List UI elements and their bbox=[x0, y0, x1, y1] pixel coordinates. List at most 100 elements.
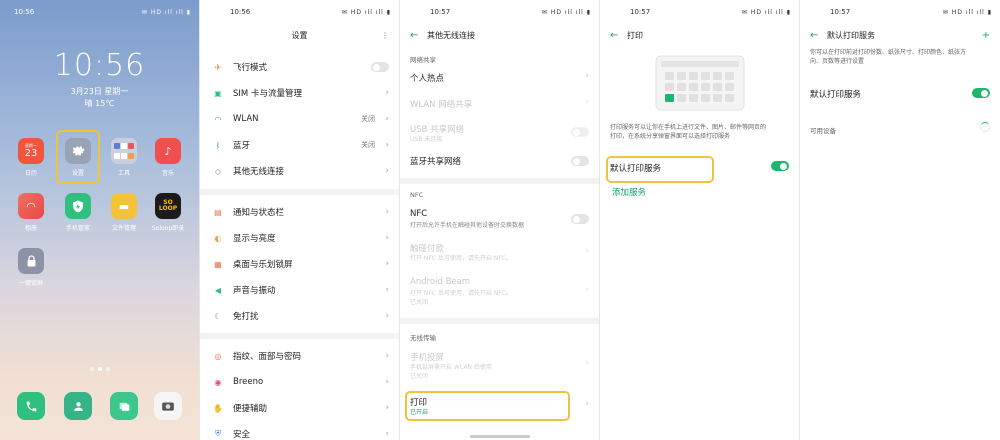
chevron-right-icon: › bbox=[385, 114, 389, 124]
other-wireless-screen: 10:57 ✉ HD ıll ıll ▮ ← 其他无线连接 网络共享 个人热点 … bbox=[400, 0, 600, 440]
section-divider bbox=[400, 178, 599, 184]
page-title: 默认打印服务 bbox=[827, 30, 875, 40]
bluetooth-icon: ᛒ bbox=[215, 140, 221, 150]
settings-item-airplane[interactable]: ✈ 飞行模式 bbox=[200, 56, 399, 78]
status-time: 10:57 bbox=[630, 8, 651, 16]
nav-gesture-bar bbox=[470, 435, 530, 438]
wireless-header: ← 其他无线连接 bbox=[400, 26, 599, 44]
back-arrow-icon[interactable]: ← bbox=[410, 30, 418, 41]
app-label: 一键锁屏 bbox=[18, 280, 43, 287]
status-time: 10:57 bbox=[830, 8, 851, 16]
page-dot bbox=[106, 367, 110, 371]
chevron-right-icon: › bbox=[385, 377, 389, 387]
brightness-icon: ◐ bbox=[214, 233, 222, 243]
lock-icon bbox=[18, 248, 44, 274]
app-gallery[interactable]: ◠ 相册 bbox=[11, 193, 51, 232]
screen-cast-sub: 手机投屏需开启 WLAN 后使用 bbox=[410, 364, 492, 371]
airplane-toggle[interactable] bbox=[371, 62, 389, 72]
hand-icon: ✋ bbox=[213, 403, 223, 413]
dock-camera[interactable] bbox=[148, 392, 188, 420]
settings-item-display[interactable]: ◐ 显示与亮度 › bbox=[200, 227, 399, 249]
tools-folder-icon bbox=[111, 138, 137, 164]
wlan-status: 关闭 bbox=[361, 115, 375, 123]
bluetooth-status: 关闭 bbox=[361, 141, 375, 149]
phone-icon bbox=[17, 392, 45, 420]
bt-share-item[interactable]: 蓝牙共享网络 bbox=[410, 155, 461, 167]
page-title: 打印 bbox=[627, 30, 643, 40]
settings-item-label: 免打扰 bbox=[233, 312, 259, 322]
message-icon bbox=[110, 392, 138, 420]
printer-calendar-illustration bbox=[655, 55, 745, 111]
section-header-nfc: NFC bbox=[410, 191, 424, 199]
settings-header: 设置 ⋮ bbox=[200, 26, 399, 44]
settings-item-other-wireless[interactable]: ◇ 其他无线连接 › bbox=[200, 160, 399, 182]
more-icon[interactable]: ⋮ bbox=[381, 31, 389, 40]
app-phone-manager[interactable]: 手机管家 bbox=[58, 193, 98, 232]
add-service-link[interactable]: 添加服务 bbox=[612, 186, 646, 198]
settings-item-bluetooth[interactable]: ᛒ 蓝牙 关闭 › bbox=[200, 134, 399, 156]
add-icon[interactable]: + bbox=[982, 30, 990, 41]
app-label: 手机管家 bbox=[65, 225, 90, 232]
settings-item-desktop[interactable]: ▦ 桌面与乐划锁屏 › bbox=[200, 253, 399, 275]
hotspot-item[interactable]: 个人热点 bbox=[410, 72, 444, 84]
default-print-service-toggle[interactable] bbox=[771, 161, 789, 171]
settings-item-sim[interactable]: ▣ SIM 卡与流量管理 › bbox=[200, 82, 399, 104]
wireless-icon: ◇ bbox=[214, 166, 222, 176]
settings-item-label: 便捷辅助 bbox=[233, 404, 268, 414]
chevron-right-icon: › bbox=[385, 259, 389, 269]
app-soloop[interactable]: SO LOOP Soloop即录 bbox=[148, 193, 188, 232]
print-desc-line1: 打印服务可以让你在手机上进行文件、图片、邮件等网页的 bbox=[610, 124, 767, 131]
app-calendar[interactable]: 星期一 23 日历 bbox=[11, 138, 51, 177]
section-header-wireless: 无线传输 bbox=[410, 334, 436, 342]
page-indicator bbox=[80, 367, 120, 371]
app-one-key-lock[interactable]: 一键锁屏 bbox=[11, 248, 51, 287]
settings-item-sound[interactable]: ◀ 声音与振动 › bbox=[200, 279, 399, 301]
status-icons: ✉ HD ıll ıll ▮ bbox=[341, 8, 391, 16]
app-file-manager[interactable]: ▬ 文件管理 bbox=[104, 193, 144, 232]
shield-icon bbox=[65, 193, 91, 219]
android-beam-status: 已关闭 bbox=[410, 299, 429, 306]
settings-item-security[interactable]: ⛨ 安全 › bbox=[200, 423, 399, 440]
settings-item-label: 通知与状态栏 bbox=[233, 208, 285, 218]
settings-item-notifications[interactable]: ▤ 通知与状态栏 › bbox=[200, 201, 399, 223]
settings-item-breeno[interactable]: ◉ Breeno › bbox=[200, 371, 399, 393]
usb-share-item: USB 共享网络 bbox=[410, 125, 465, 135]
settings-item-dnd[interactable]: ☾ 免打扰 › bbox=[200, 305, 399, 327]
app-label: 文件管理 bbox=[111, 225, 136, 232]
print-header: ← 打印 bbox=[600, 26, 799, 44]
chevron-right-icon: › bbox=[585, 71, 589, 81]
nfc-item[interactable]: NFC bbox=[410, 209, 427, 219]
back-arrow-icon[interactable]: ← bbox=[810, 30, 818, 41]
default-print-service-item[interactable]: 默认打印服务 bbox=[810, 88, 861, 100]
settings-item-label: 声音与振动 bbox=[233, 286, 276, 296]
app-music[interactable]: ♪ 音乐 bbox=[148, 138, 188, 177]
contacts-icon bbox=[64, 392, 92, 420]
dock-contacts[interactable] bbox=[58, 392, 98, 420]
settings-item-label: 显示与亮度 bbox=[233, 234, 276, 244]
bt-share-toggle[interactable] bbox=[571, 156, 589, 166]
app-tools[interactable]: 工具 bbox=[104, 138, 144, 177]
settings-item-label: WLAN bbox=[233, 114, 259, 124]
nfc-toggle[interactable] bbox=[571, 214, 589, 224]
camera-icon bbox=[154, 392, 182, 420]
default-print-header: ← 默认打印服务 + bbox=[800, 26, 1000, 44]
back-arrow-icon[interactable]: ← bbox=[610, 30, 618, 41]
page-dot-active bbox=[98, 367, 102, 371]
settings-item-security-passwords[interactable]: ◎ 指纹、面部与密码 › bbox=[200, 345, 399, 367]
available-devices-label: 可用设备 bbox=[810, 127, 836, 135]
touch-pay-item: 触碰付款 bbox=[410, 244, 445, 254]
settings-item-label: 安全 bbox=[233, 430, 251, 440]
settings-item-accessibility[interactable]: ✋ 便捷辅助 › bbox=[200, 397, 399, 419]
dock-messages[interactable] bbox=[104, 392, 144, 420]
settings-item-wlan[interactable]: ◠ WLAN 关闭 › bbox=[200, 108, 399, 130]
settings-app-highlight bbox=[56, 130, 100, 184]
dock-phone[interactable] bbox=[11, 392, 51, 420]
breeno-icon: ◉ bbox=[214, 377, 222, 387]
settings-item-label: SIM 卡与流量管理 bbox=[233, 89, 302, 99]
section-header-network-share: 网络共享 bbox=[410, 56, 436, 64]
page-dot bbox=[90, 367, 94, 371]
default-print-service-toggle[interactable] bbox=[972, 88, 990, 98]
chevron-right-icon: › bbox=[585, 399, 589, 409]
chevron-right-icon: › bbox=[385, 285, 389, 295]
app-label: 工具 bbox=[117, 170, 130, 177]
